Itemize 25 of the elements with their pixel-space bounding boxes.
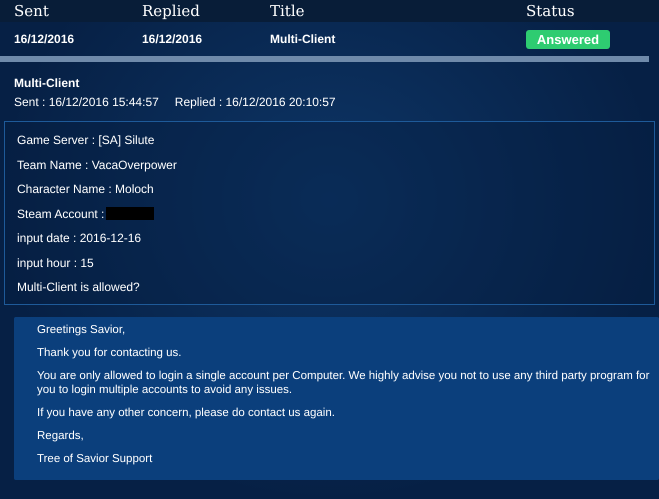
reply-paragraph: Greetings Savior, — [37, 322, 126, 336]
ticket-title: Multi-Client — [270, 32, 336, 46]
column-header: Replied — [142, 2, 201, 20]
status-badge: Answered — [526, 30, 610, 48]
field-text: Multi-Client is allowed? — [17, 280, 140, 294]
field-text: Game Server : [SA] Silute — [17, 133, 154, 148]
sent-time: Sent : 16/12/2016 15:44:57 — [14, 95, 159, 109]
field-text: Team Name : VacaOverpower — [17, 158, 177, 172]
reply-paragraph: Regards, — [37, 428, 85, 442]
replied-date: 16/12/2016 — [142, 32, 204, 46]
field-text: Steam Account : — [17, 206, 104, 221]
column-header: Sent — [14, 2, 50, 20]
column-header: Title — [270, 2, 306, 20]
sent-date: 16/12/2016 — [14, 32, 76, 46]
ticket-row[interactable]: 16/12/2016 16/12/2016 Multi-Client Answered — [0, 22, 659, 56]
reply-paragraph: Tree of Savior Support — [37, 452, 154, 466]
column-header: Status — [526, 2, 576, 20]
reply-paragraph: Thank you for contacting us. — [37, 346, 182, 360]
reply-paragraph: You are only allowed to login a single account per Computer. We highly advise you not to use any third party program for you to login multiple accounts to avoid any issues. — [37, 368, 650, 396]
replied-time: Replied : 16/12/2016 20:10:57 — [174, 95, 336, 109]
ticket-title: Multi-Client — [14, 76, 80, 90]
field-text: input date : 2016-12-16 — [17, 231, 142, 246]
reply-paragraph: If you have any other concern, please do contact us again. — [37, 406, 336, 420]
field-text: input hour : 15 — [17, 256, 94, 270]
field-text: Character Name : Moloch — [17, 182, 154, 196]
